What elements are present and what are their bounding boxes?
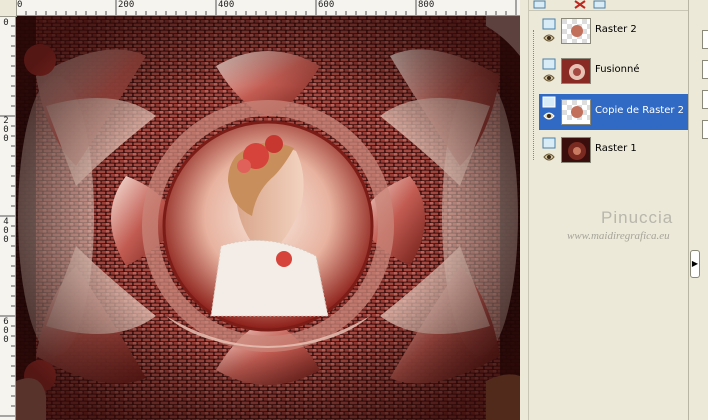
ruler-label-v0: 0 [3,18,9,28]
layers-toolbar [529,0,689,11]
property-field[interactable] [702,90,708,109]
layer-row-raster-1[interactable]: Raster 1 [539,135,689,165]
ruler-label-400: 400 [218,0,235,10]
ruler-label-v400: 400 [3,217,9,245]
property-field[interactable] [702,30,708,49]
property-field[interactable] [702,60,708,79]
layer-type-icon [542,137,556,161]
layer-name: Fusionné [595,64,640,75]
layer-type-icon [542,18,556,42]
layers-palette: Raster 2 Fusionné Copie de Raster 2 Rast… [528,0,689,420]
vertical-ruler[interactable]: 0 200 400 600 [0,15,16,420]
ruler-ticks [15,0,517,15]
new-layer-icon[interactable] [533,0,547,9]
layer-name: Copie de Raster 2 [595,105,685,116]
layer-type-icon [542,58,556,82]
layer-type-icon [542,96,556,120]
layer-thumbnail [561,18,591,44]
layer-tree-line [533,30,535,160]
layer-options-icon[interactable] [593,0,607,9]
layer-name: Raster 1 [595,143,637,154]
layer-row-raster-2[interactable]: Raster 2 [539,16,689,46]
property-field[interactable] [702,120,708,139]
ruler-label-600: 600 [318,0,335,10]
delete-layer-icon[interactable] [573,0,587,9]
watermark-title: Pinuccia [601,208,674,227]
layer-row-fusionne[interactable]: Fusionné [539,56,689,86]
artwork [16,16,520,420]
properties-strip: ▶ [688,0,708,420]
layer-row-copie-de-raster-2[interactable]: Copie de Raster 2 [539,94,689,130]
ruler-label-0: 0 [17,0,23,10]
layer-thumbnail [561,58,591,84]
ruler-label-v200: 200 [3,116,9,144]
layer-thumbnail [561,137,591,163]
expand-panel-icon[interactable]: ▶ [690,250,700,278]
image-canvas[interactable] [16,16,520,420]
watermark-url: www.maidiregrafica.eu [567,230,670,242]
ruler-label-200: 200 [118,0,135,10]
ruler-label-v600: 600 [3,317,9,345]
horizontal-ruler[interactable]: 0 200 400 600 800 [0,0,520,16]
layer-name: Raster 2 [595,24,637,35]
ruler-label-800: 800 [418,0,435,10]
ruler-corner [0,0,17,17]
layer-thumbnail [561,99,591,125]
